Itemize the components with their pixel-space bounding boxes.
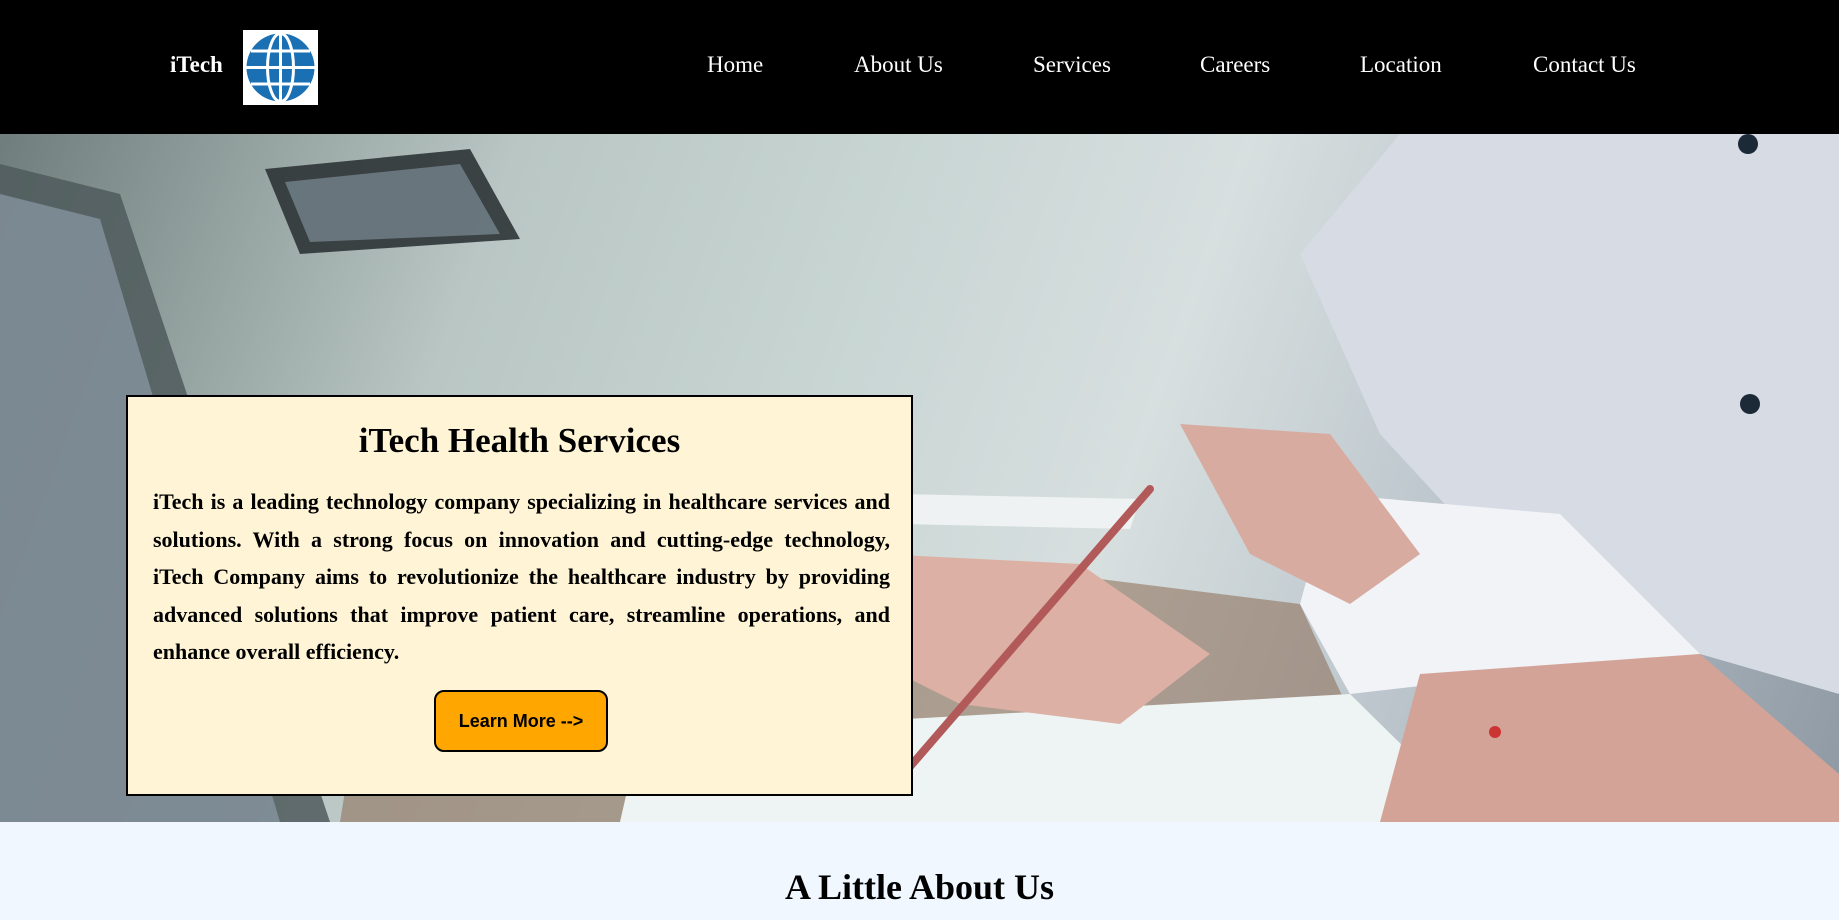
nav-contact-us[interactable]: Contact Us	[1533, 52, 1636, 78]
site-header: iTech Home About Us Services Careers Loc…	[0, 0, 1839, 134]
about-heading: A Little About Us	[784, 867, 1055, 907]
hero-section: iTech Health Services iTech is a leading…	[0, 134, 1839, 822]
about-section: A Little About Us	[0, 822, 1839, 920]
learn-more-button[interactable]: Learn More -->	[434, 690, 608, 752]
nav-location[interactable]: Location	[1360, 52, 1442, 78]
nav-home[interactable]: Home	[707, 52, 763, 78]
nav-careers[interactable]: Careers	[1200, 52, 1270, 78]
nav-about-us[interactable]: About Us	[854, 52, 943, 78]
nav-services[interactable]: Services	[1033, 52, 1111, 78]
hero-card: iTech Health Services iTech is a leading…	[126, 395, 913, 796]
hero-title: iTech Health Services	[358, 421, 681, 460]
hero-description: iTech is a leading technology company sp…	[153, 489, 890, 664]
main-nav: Home About Us Services Careers Location …	[0, 52, 1839, 82]
